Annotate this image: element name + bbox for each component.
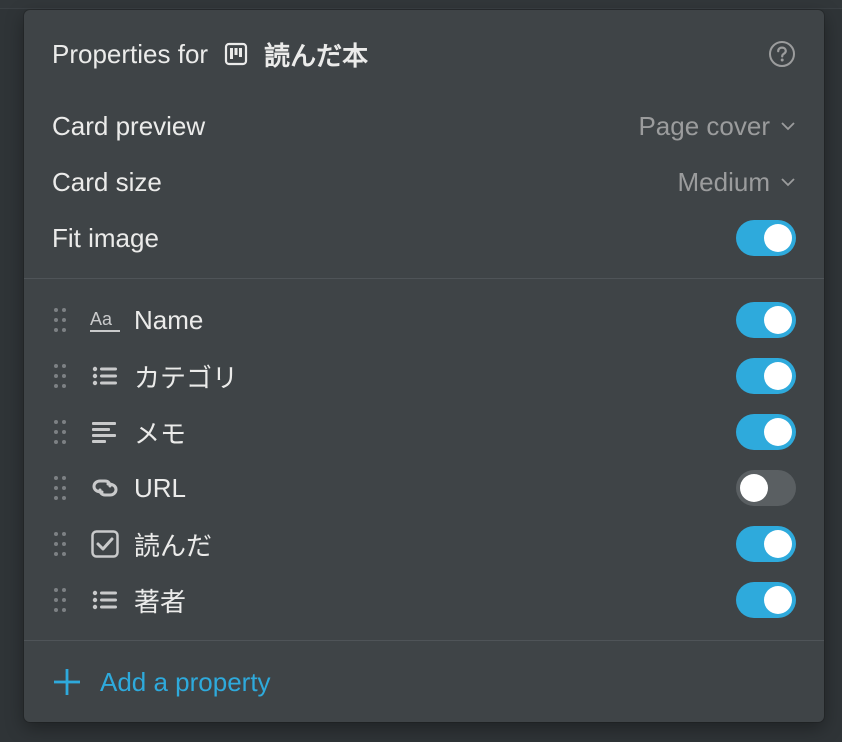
toggle-knob — [764, 586, 792, 614]
help-icon[interactable] — [768, 40, 796, 68]
toggle-knob — [764, 530, 792, 558]
fit-image-toggle[interactable] — [736, 220, 796, 256]
panel-header: Properties for 読んだ本 — [52, 36, 796, 72]
card-preview-value: Page cover — [638, 110, 770, 141]
property-name: 読んだ — [134, 530, 213, 561]
drag-handle-icon[interactable] — [52, 363, 68, 389]
board-icon — [224, 42, 248, 66]
toggle-knob — [764, 306, 792, 334]
property-visibility-toggle[interactable] — [736, 526, 796, 562]
property-visibility-toggle[interactable] — [736, 470, 796, 506]
property-row-author: 著者 — [52, 580, 796, 620]
checkbox-icon — [91, 530, 119, 558]
properties-panel: Properties for 読んだ本 Card preview Page co… — [24, 10, 824, 722]
card-preview-label: Card preview — [52, 110, 206, 141]
card-preview-select[interactable]: Page cover — [638, 111, 796, 142]
property-row-category: カテゴリ — [52, 356, 796, 396]
property-row-memo: メモ — [52, 412, 796, 452]
card-size-row[interactable]: Card size Medium — [52, 162, 796, 202]
rich-text-icon — [92, 422, 116, 443]
drag-handle-icon[interactable] — [52, 475, 68, 501]
card-size-value: Medium — [677, 166, 770, 197]
link-icon — [92, 479, 118, 497]
drag-handle-icon[interactable] — [52, 531, 68, 557]
property-name: Name — [134, 304, 204, 335]
property-visibility-toggle[interactable] — [736, 302, 796, 338]
property-name: URL — [134, 472, 187, 503]
divider — [24, 640, 824, 641]
property-name: カテゴリ — [134, 362, 239, 393]
property-name: メモ — [134, 418, 187, 449]
add-property-button[interactable]: Add a property — [52, 662, 271, 702]
toggle-knob — [740, 474, 768, 502]
chevron-down-icon — [781, 122, 795, 131]
card-size-label: Card size — [52, 166, 162, 197]
fit-image-row: Fit image — [52, 218, 796, 258]
drag-handle-icon[interactable] — [52, 587, 68, 613]
background-bar — [0, 0, 842, 9]
multi-select-icon — [92, 590, 117, 610]
property-name: 著者 — [134, 586, 187, 617]
svg-text:Aa: Aa — [90, 309, 113, 329]
property-row-name: Aa Name — [52, 300, 796, 340]
card-preview-row[interactable]: Card preview Page cover — [52, 106, 796, 146]
multi-select-icon — [92, 366, 117, 386]
toggle-knob — [764, 224, 792, 252]
property-visibility-toggle[interactable] — [736, 414, 796, 450]
drag-handle-icon[interactable] — [52, 419, 68, 445]
toggle-knob — [764, 362, 792, 390]
property-visibility-toggle[interactable] — [736, 358, 796, 394]
database-name: 読んだ本 — [264, 40, 369, 71]
property-visibility-toggle[interactable] — [736, 582, 796, 618]
card-size-select[interactable]: Medium — [678, 167, 796, 198]
panel-title-prefix: Properties for — [52, 38, 209, 69]
chevron-down-icon — [781, 178, 795, 187]
fit-image-label: Fit image — [52, 222, 159, 253]
drag-handle-icon[interactable] — [52, 307, 68, 333]
toggle-knob — [764, 418, 792, 446]
property-row-url: URL — [52, 468, 796, 508]
add-property-label: Add a property — [100, 666, 271, 697]
plus-icon — [54, 669, 80, 695]
text-type-icon: Aa — [90, 309, 120, 332]
property-row-read: 読んだ — [52, 524, 796, 564]
divider — [24, 278, 824, 279]
